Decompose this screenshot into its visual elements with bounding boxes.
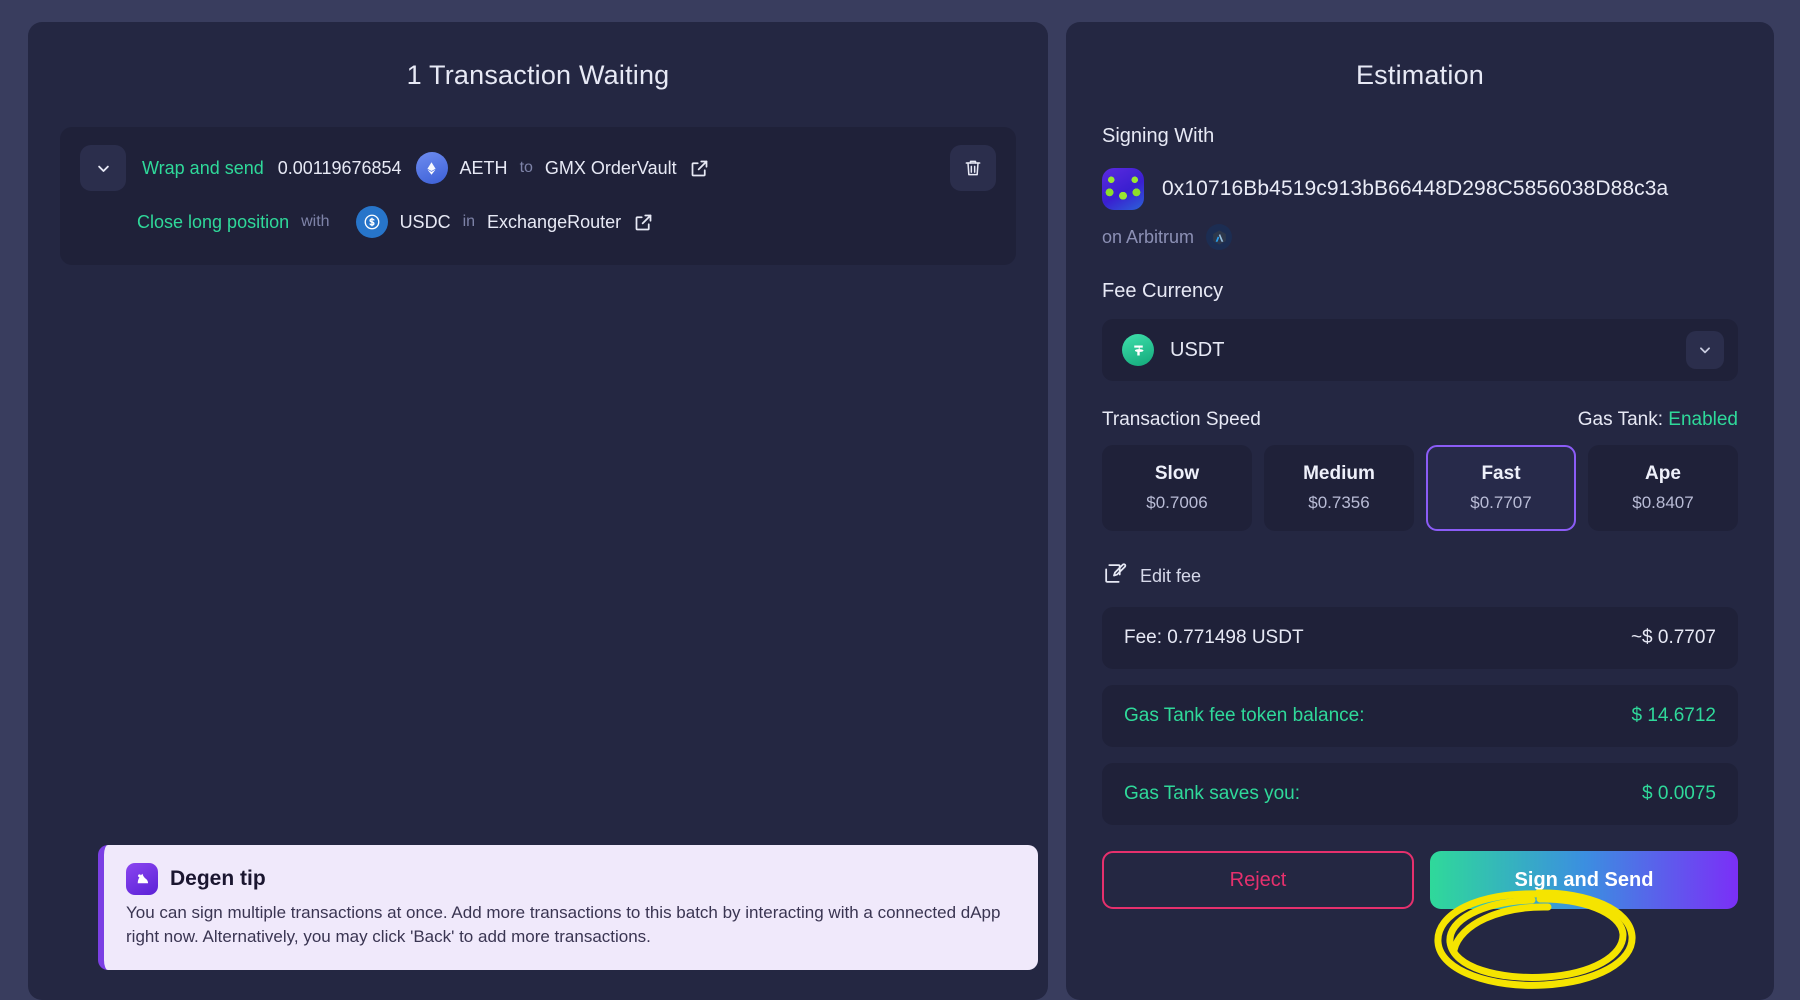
edit-fee-label: Edit fee bbox=[1140, 565, 1202, 586]
estimation-title: Estimation bbox=[1355, 60, 1485, 90]
edit-fee-button[interactable]: Edit fee bbox=[1102, 561, 1738, 591]
speed-price: $0.7707 bbox=[1470, 493, 1532, 512]
gas-tank-status: Gas Tank: Enabled bbox=[1578, 409, 1738, 431]
gas-tank-savings-label: Gas Tank saves you: bbox=[1124, 783, 1301, 804]
eth-icon bbox=[415, 152, 448, 184]
gas-tank-balance-value: $ 14.6712 bbox=[1631, 705, 1716, 726]
fee-currency-label: Fee Currency bbox=[1102, 280, 1224, 302]
transaction-speed-section: Transaction Speed Gas Tank: Enabled Slow… bbox=[1066, 409, 1774, 909]
transaction-speed-label: Transaction Speed bbox=[1102, 409, 1261, 430]
preposition: with bbox=[301, 213, 330, 230]
transaction-card: Wrap and send 0.00119676854 AETH to GMX … bbox=[60, 127, 1016, 265]
transaction-destination: ExchangeRouter bbox=[487, 211, 622, 232]
signing-section: Signing With 0x10716Bb4519c913bB66448D29… bbox=[1066, 125, 1774, 250]
speed-price: $0.7006 bbox=[1146, 493, 1208, 512]
identicon-avatar bbox=[1102, 168, 1144, 210]
speed-options: Slow $0.7006 Medium $0.7356 Fast $0.7707… bbox=[1102, 445, 1738, 531]
speed-option-medium[interactable]: Medium $0.7356 bbox=[1264, 445, 1414, 531]
speed-name: Fast bbox=[1481, 463, 1521, 484]
external-link-icon[interactable] bbox=[633, 212, 654, 233]
gas-tank-label: Gas Tank: bbox=[1577, 409, 1663, 430]
transaction-action: Wrap and send bbox=[142, 157, 264, 178]
chevron-down-icon[interactable] bbox=[1686, 331, 1724, 369]
estimation-panel: Estimation Signing With 0x10716Bb4519c91… bbox=[1066, 22, 1774, 1000]
gas-tank-savings-value: $ 0.0075 bbox=[1642, 783, 1716, 804]
speed-option-slow[interactable]: Slow $0.7006 bbox=[1102, 445, 1252, 531]
degen-tip-title: Degen tip bbox=[170, 866, 266, 890]
chain-row: on Arbitrum bbox=[1102, 224, 1738, 250]
transaction-row: Wrap and send 0.00119676854 AETH to GMX … bbox=[80, 145, 996, 191]
chevron-down-icon bbox=[96, 161, 111, 176]
action-buttons: Reject Sign and Send bbox=[1102, 851, 1738, 909]
signer-address[interactable]: 0x10716Bb4519c913bB66448D298C5856038D88c… bbox=[1162, 177, 1668, 201]
sign-and-send-button[interactable]: Sign and Send bbox=[1430, 851, 1738, 909]
degen-ape-icon bbox=[126, 862, 158, 895]
speed-price: $0.7356 bbox=[1308, 493, 1370, 512]
transactions-panel: 1 Transaction Waiting Wrap and send 0.00… bbox=[28, 22, 1048, 1000]
speed-price: $0.8407 bbox=[1632, 493, 1694, 512]
transaction-row: Close long position with USDC in Exchang… bbox=[80, 199, 996, 245]
fee-summary-value: ~$ 0.7707 bbox=[1630, 627, 1716, 648]
fee-summary-label: Fee: 0.771498 USDT bbox=[1124, 627, 1304, 648]
degen-tip-banner: Degen tip You can sign multiple transact… bbox=[98, 844, 1038, 970]
chain-name: on Arbitrum bbox=[1102, 226, 1195, 247]
fee-currency-section: Fee Currency USDT bbox=[1066, 280, 1774, 381]
delete-transaction-button[interactable] bbox=[950, 145, 996, 191]
gas-tank-savings-row: Gas Tank saves you: $ 0.0075 bbox=[1102, 763, 1738, 825]
token-symbol: USDC bbox=[399, 211, 451, 232]
gas-tank-balance-label: Gas Tank fee token balance: bbox=[1124, 705, 1365, 726]
gas-tank-value: Enabled bbox=[1668, 409, 1738, 430]
preposition: in bbox=[462, 213, 476, 230]
degen-tip-header: Degen tip bbox=[126, 862, 1016, 895]
arbitrum-icon bbox=[1206, 224, 1233, 250]
fee-summary-row: Fee: 0.771498 USDT ~$ 0.7707 bbox=[1102, 607, 1738, 669]
edit-pencil-icon bbox=[1102, 561, 1127, 591]
token-symbol: AETH bbox=[459, 157, 508, 178]
usdc-icon bbox=[355, 206, 388, 238]
reject-button[interactable]: Reject bbox=[1102, 851, 1414, 909]
degen-tip-body: You can sign multiple transactions at on… bbox=[126, 902, 1001, 947]
usdt-icon bbox=[1122, 334, 1154, 366]
trash-icon bbox=[963, 158, 983, 178]
transaction-destination: GMX OrderVault bbox=[544, 157, 677, 178]
speed-name: Medium bbox=[1303, 463, 1375, 484]
speed-name: Slow bbox=[1154, 463, 1200, 484]
app-window: 1 Transaction Waiting Wrap and send 0.00… bbox=[0, 0, 1800, 1000]
fee-currency-value: USDT bbox=[1170, 338, 1225, 361]
speed-option-fast[interactable]: Fast $0.7707 bbox=[1426, 445, 1576, 531]
speed-header: Transaction Speed Gas Tank: Enabled bbox=[1102, 409, 1738, 431]
speed-name: Ape bbox=[1645, 463, 1681, 484]
preposition: to bbox=[519, 159, 533, 176]
signer-row: 0x10716Bb4519c913bB66448D298C5856038D88c… bbox=[1102, 168, 1738, 210]
fee-currency-select[interactable]: USDT bbox=[1102, 319, 1738, 381]
page-title: 1 Transaction Waiting bbox=[406, 60, 670, 90]
expand-transaction-button[interactable] bbox=[80, 145, 126, 191]
gas-tank-balance-row: Gas Tank fee token balance: $ 14.6712 bbox=[1102, 685, 1738, 747]
speed-option-ape[interactable]: Ape $0.8407 bbox=[1588, 445, 1738, 531]
signing-with-label: Signing With bbox=[1102, 125, 1215, 147]
transaction-amount: 0.00119676854 bbox=[277, 157, 402, 178]
transaction-action: Close long position bbox=[137, 211, 290, 232]
external-link-icon[interactable] bbox=[689, 158, 710, 179]
